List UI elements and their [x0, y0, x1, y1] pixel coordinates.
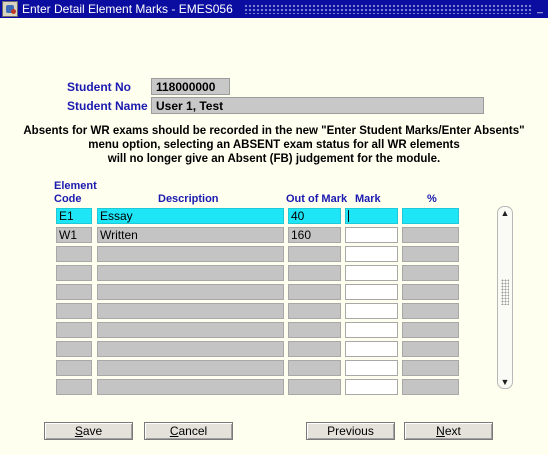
previous-button[interactable]: Previous: [306, 422, 395, 440]
cell-mark[interactable]: [345, 208, 398, 224]
cell-percent[interactable]: [402, 379, 459, 395]
cell-mark[interactable]: [345, 246, 398, 262]
student-no-label: Student No: [67, 80, 131, 94]
cell-out-of-mark[interactable]: [288, 360, 341, 376]
cell-element-code[interactable]: [56, 265, 92, 281]
student-name-label: Student Name: [67, 99, 148, 113]
notice-line-2: menu option, selecting an ABSENT exam st…: [88, 139, 460, 151]
cell-out-of-mark[interactable]: [288, 303, 341, 319]
cell-mark[interactable]: [345, 265, 398, 281]
cell-percent[interactable]: [402, 284, 459, 300]
oracle-forms-icon: [2, 1, 18, 17]
cell-element-code[interactable]: [56, 341, 92, 357]
cell-description[interactable]: [97, 284, 284, 300]
col-header-mark: Mark: [355, 193, 381, 205]
cell-description[interactable]: [97, 341, 284, 357]
scrollbar-grip[interactable]: [501, 279, 509, 305]
cell-out-of-mark[interactable]: [288, 265, 341, 281]
cell-element-code[interactable]: W1: [56, 227, 92, 243]
cell-description[interactable]: [97, 322, 284, 338]
cell-description[interactable]: [97, 246, 284, 262]
col-header-code-line1: Element: [54, 180, 97, 192]
cell-element-code[interactable]: [56, 303, 92, 319]
cell-element-code[interactable]: E1: [56, 208, 92, 224]
cell-element-code[interactable]: [56, 246, 92, 262]
notice-line-3: will no longer give an Absent (FB) judge…: [107, 153, 441, 165]
table-scrollbar[interactable]: ▲ ▼: [497, 206, 513, 389]
cell-mark[interactable]: [345, 341, 398, 357]
scroll-up-arrow-icon[interactable]: ▲: [500, 208, 510, 218]
cell-mark[interactable]: [345, 379, 398, 395]
cell-percent[interactable]: [402, 341, 459, 357]
save-button[interactable]: Save: [44, 422, 133, 440]
cell-out-of-mark[interactable]: [288, 379, 341, 395]
window-title: Enter Detail Element Marks - EMES056: [22, 2, 233, 16]
cell-mark[interactable]: [345, 322, 398, 338]
cell-percent[interactable]: [402, 322, 459, 338]
cell-percent[interactable]: [402, 303, 459, 319]
scroll-down-arrow-icon[interactable]: ▼: [500, 377, 510, 387]
cell-description[interactable]: [97, 303, 284, 319]
cell-out-of-mark[interactable]: [288, 341, 341, 357]
cell-element-code[interactable]: [56, 360, 92, 376]
cell-element-code[interactable]: [56, 379, 92, 395]
cell-mark[interactable]: [345, 303, 398, 319]
cell-element-code[interactable]: [56, 284, 92, 300]
col-header-out-of-mark: Out of Mark: [286, 193, 348, 205]
cell-percent[interactable]: [402, 360, 459, 376]
cell-percent[interactable]: [402, 265, 459, 281]
cell-percent[interactable]: [402, 208, 459, 224]
cell-percent[interactable]: [402, 246, 459, 262]
cell-percent[interactable]: [402, 227, 459, 243]
col-header-percent: %: [427, 193, 437, 205]
minimize-icon[interactable]: _: [535, 3, 545, 14]
cell-description[interactable]: [97, 360, 284, 376]
cell-out-of-mark[interactable]: 160: [288, 227, 341, 243]
next-button[interactable]: Next: [404, 422, 493, 440]
cell-out-of-mark[interactable]: [288, 284, 341, 300]
cell-mark[interactable]: [345, 360, 398, 376]
titlebar-pattern: [244, 4, 532, 14]
notice-line-1: Absents for WR exams should be recorded …: [23, 125, 525, 137]
col-header-code-line2: Code: [54, 193, 82, 205]
cell-description[interactable]: Essay: [97, 208, 284, 224]
cell-out-of-mark[interactable]: [288, 246, 341, 262]
cell-description[interactable]: [97, 265, 284, 281]
cell-out-of-mark[interactable]: [288, 322, 341, 338]
student-name-field[interactable]: User 1, Test: [151, 97, 484, 114]
window-titlebar[interactable]: Enter Detail Element Marks - EMES056 _: [0, 0, 548, 18]
cell-description[interactable]: [97, 379, 284, 395]
cell-description[interactable]: Written: [97, 227, 284, 243]
cell-mark[interactable]: [345, 227, 398, 243]
absents-notice: Absents for WR exams should be recorded …: [0, 124, 548, 166]
cancel-button[interactable]: Cancel: [144, 422, 233, 440]
cell-mark[interactable]: [345, 284, 398, 300]
col-header-description: Description: [158, 193, 219, 205]
cell-element-code[interactable]: [56, 322, 92, 338]
cell-out-of-mark[interactable]: 40: [288, 208, 341, 224]
student-no-field[interactable]: 118000000: [151, 78, 230, 95]
